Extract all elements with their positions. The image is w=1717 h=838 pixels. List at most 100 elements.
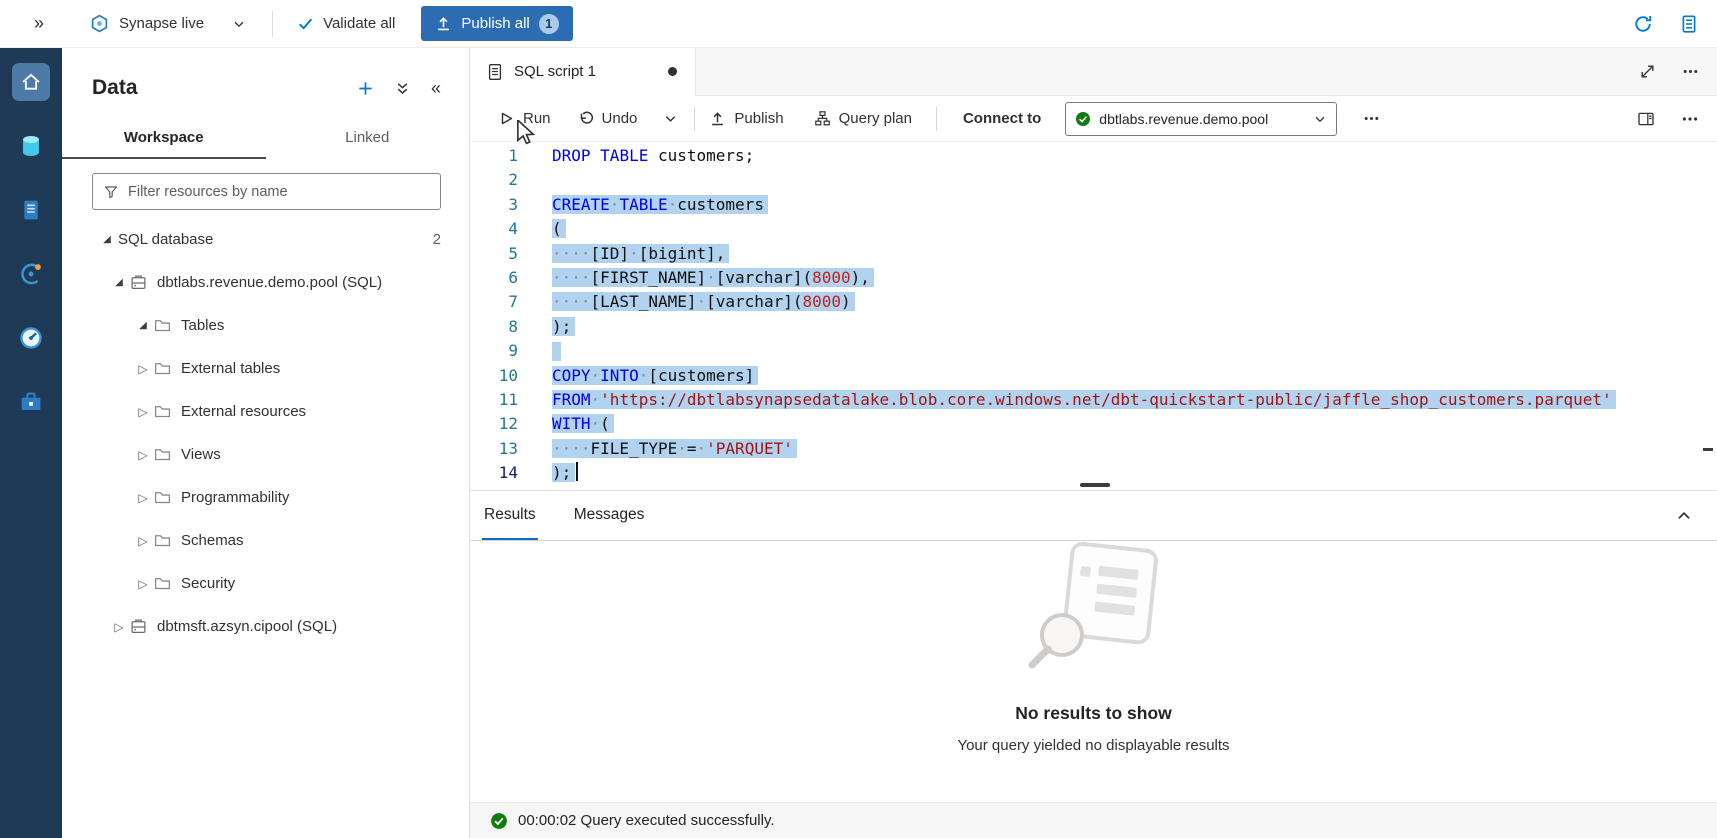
rail-monitor-button[interactable]: [0, 306, 62, 370]
tree-expander-icon[interactable]: ▷: [132, 491, 154, 505]
tab-workspace[interactable]: Workspace: [62, 120, 266, 159]
sql-editor[interactable]: 1DROP TABLE customers;23CREATE·TABLE·cus…: [470, 142, 1717, 490]
publish-all-button[interactable]: Publish all 1: [421, 6, 572, 41]
validate-check-icon: [297, 15, 314, 32]
expand-editor-icon[interactable]: [1639, 63, 1656, 80]
tree-expander-icon[interactable]: ◢: [108, 277, 130, 288]
undo-button[interactable]: Undo: [577, 110, 638, 127]
query-plan-button[interactable]: Query plan: [814, 110, 912, 127]
tree-expander-icon[interactable]: ▷: [132, 362, 154, 376]
undo-dropdown-button[interactable]: [663, 111, 678, 126]
code-line[interactable]: 4(: [470, 217, 1717, 241]
data-cylinder-icon: [18, 133, 44, 159]
code-line[interactable]: 12WITH·(: [470, 412, 1717, 436]
code-line[interactable]: 11FROM·'https://dbtlabsynapsedatalake.bl…: [470, 388, 1717, 412]
collapse-all-icon[interactable]: [394, 80, 411, 97]
line-number: 13: [470, 437, 518, 461]
collapse-results-icon[interactable]: [1675, 507, 1693, 525]
code-token: ): [841, 292, 851, 311]
code-token: ·: [639, 366, 649, 385]
home-icon: [12, 63, 50, 101]
rail-home-button[interactable]: [0, 50, 62, 114]
code-token: ·: [706, 268, 716, 287]
tree-item-tables[interactable]: ◢Tables: [62, 304, 469, 347]
script-toolbar: Run Undo Publish: [470, 96, 1717, 142]
tree-item-label: Security: [181, 575, 235, 592]
toolbar-more-icon[interactable]: [1363, 110, 1380, 127]
tree-item-security[interactable]: ▷ Security: [62, 562, 469, 605]
rail-manage-button[interactable]: [0, 370, 62, 434]
tree-item-views[interactable]: ▷Views: [62, 433, 469, 476]
refresh-icon[interactable]: [1633, 14, 1653, 34]
rail-data-button[interactable]: [0, 114, 62, 178]
rail-develop-button[interactable]: [0, 178, 62, 242]
tab-sql-script-1[interactable]: SQL script 1: [470, 48, 696, 96]
collapse-panel-icon[interactable]: «: [431, 78, 441, 99]
tree-item-external-resources[interactable]: ▷External resources: [62, 390, 469, 433]
more-options-icon[interactable]: [1681, 110, 1699, 128]
horizontal-scrollbar-thumb[interactable]: [1080, 483, 1110, 487]
code-line[interactable]: 13 ····FILE_TYPE·=·'PARQUET': [470, 437, 1717, 461]
publish-button[interactable]: Publish: [709, 110, 783, 127]
tree-expander-icon[interactable]: ◢: [132, 320, 154, 331]
expand-sidebar-icon[interactable]: »: [34, 13, 44, 34]
folder-icon: [154, 532, 181, 549]
publish-all-label: Publish all: [461, 15, 529, 32]
code-line[interactable]: 14);: [470, 461, 1717, 485]
code-line[interactable]: 7····[LAST_NAME]·[varchar](8000): [470, 290, 1717, 314]
code-line[interactable]: 2: [470, 168, 1717, 192]
add-icon[interactable]: [357, 80, 374, 97]
code-token: 8000: [812, 268, 851, 287]
code-token: [LAST_NAME]: [591, 292, 697, 311]
tree-item-schemas[interactable]: ▷Schemas: [62, 519, 469, 562]
undo-icon: [577, 110, 594, 127]
validate-all-button[interactable]: Validate all: [297, 15, 395, 32]
code-token: [648, 146, 658, 165]
tree-expander-icon[interactable]: ▷: [132, 448, 154, 462]
tab-messages[interactable]: Messages: [572, 491, 647, 540]
tab-strip-actions: [1639, 63, 1699, 80]
tab-linked[interactable]: Linked: [266, 120, 470, 159]
tree-item-dbtmsft-azsyn-cipool-sql[interactable]: ▷dbtmsft.azsyn.cipool (SQL): [62, 605, 469, 648]
selected-code-text: ····FILE_TYPE·=·'PARQUET': [552, 439, 797, 458]
data-panel-title: Data: [92, 76, 138, 100]
tree-item-programmability[interactable]: ▷Programmability: [62, 476, 469, 519]
code-line[interactable]: 9: [470, 339, 1717, 363]
code-token: 'PARQUET': [706, 439, 793, 458]
tab-results[interactable]: Results: [482, 491, 538, 540]
script-tab-title: SQL script 1: [514, 63, 596, 80]
code-token: [customers]: [648, 366, 754, 385]
tree-expander-icon[interactable]: ▷: [132, 577, 154, 591]
selected-code-text: [552, 342, 561, 361]
tree-expander-icon[interactable]: ▷: [132, 405, 154, 419]
tree-item-sql-database[interactable]: ◢SQL database2: [62, 218, 469, 261]
code-line[interactable]: 1DROP TABLE customers;: [470, 144, 1717, 168]
code-token: ·: [668, 195, 678, 214]
tree-expander-icon[interactable]: ▷: [108, 620, 130, 634]
tree-expander-icon[interactable]: ▷: [132, 534, 154, 548]
code-line[interactable]: 10COPY·INTO·[customers]: [470, 364, 1717, 388]
more-options-icon[interactable]: [1682, 63, 1699, 80]
code-line[interactable]: 8);: [470, 315, 1717, 339]
tree-item-external-tables[interactable]: ▷External tables: [62, 347, 469, 390]
code-line[interactable]: 5····[ID]·[bigint],: [470, 242, 1717, 266]
code-line[interactable]: 3CREATE·TABLE·customers: [470, 193, 1717, 217]
tree-expander-icon[interactable]: ◢: [96, 234, 118, 245]
code-token: =: [687, 439, 697, 458]
run-button[interactable]: Run: [498, 110, 551, 127]
tree-item-dbtlabs-revenue-demo-pool-sql[interactable]: ◢dbtlabs.revenue.demo.pool (SQL): [62, 261, 469, 304]
pool-select[interactable]: dbtlabs.revenue.demo.pool: [1065, 102, 1337, 136]
folder-icon: [154, 360, 181, 377]
synapse-live-dropdown[interactable]: Synapse live: [90, 14, 246, 33]
task-list-icon[interactable]: [1679, 14, 1699, 34]
code-token: 8000: [802, 292, 841, 311]
selected-code-text: COPY·INTO·[customers]: [552, 366, 758, 385]
rail-integrate-button[interactable]: [0, 242, 62, 306]
code-line[interactable]: 6····[FIRST_NAME]·[varchar](8000),: [470, 266, 1717, 290]
script-tab-strip: SQL script 1: [470, 48, 1717, 96]
filter-input[interactable]: [128, 184, 430, 200]
query-status-bar: 00:00:02 Query executed successfully.: [470, 802, 1717, 838]
toolbar-right-actions: [1637, 110, 1699, 128]
script-settings-panel-icon[interactable]: [1637, 110, 1655, 128]
code-token: );: [552, 463, 571, 482]
